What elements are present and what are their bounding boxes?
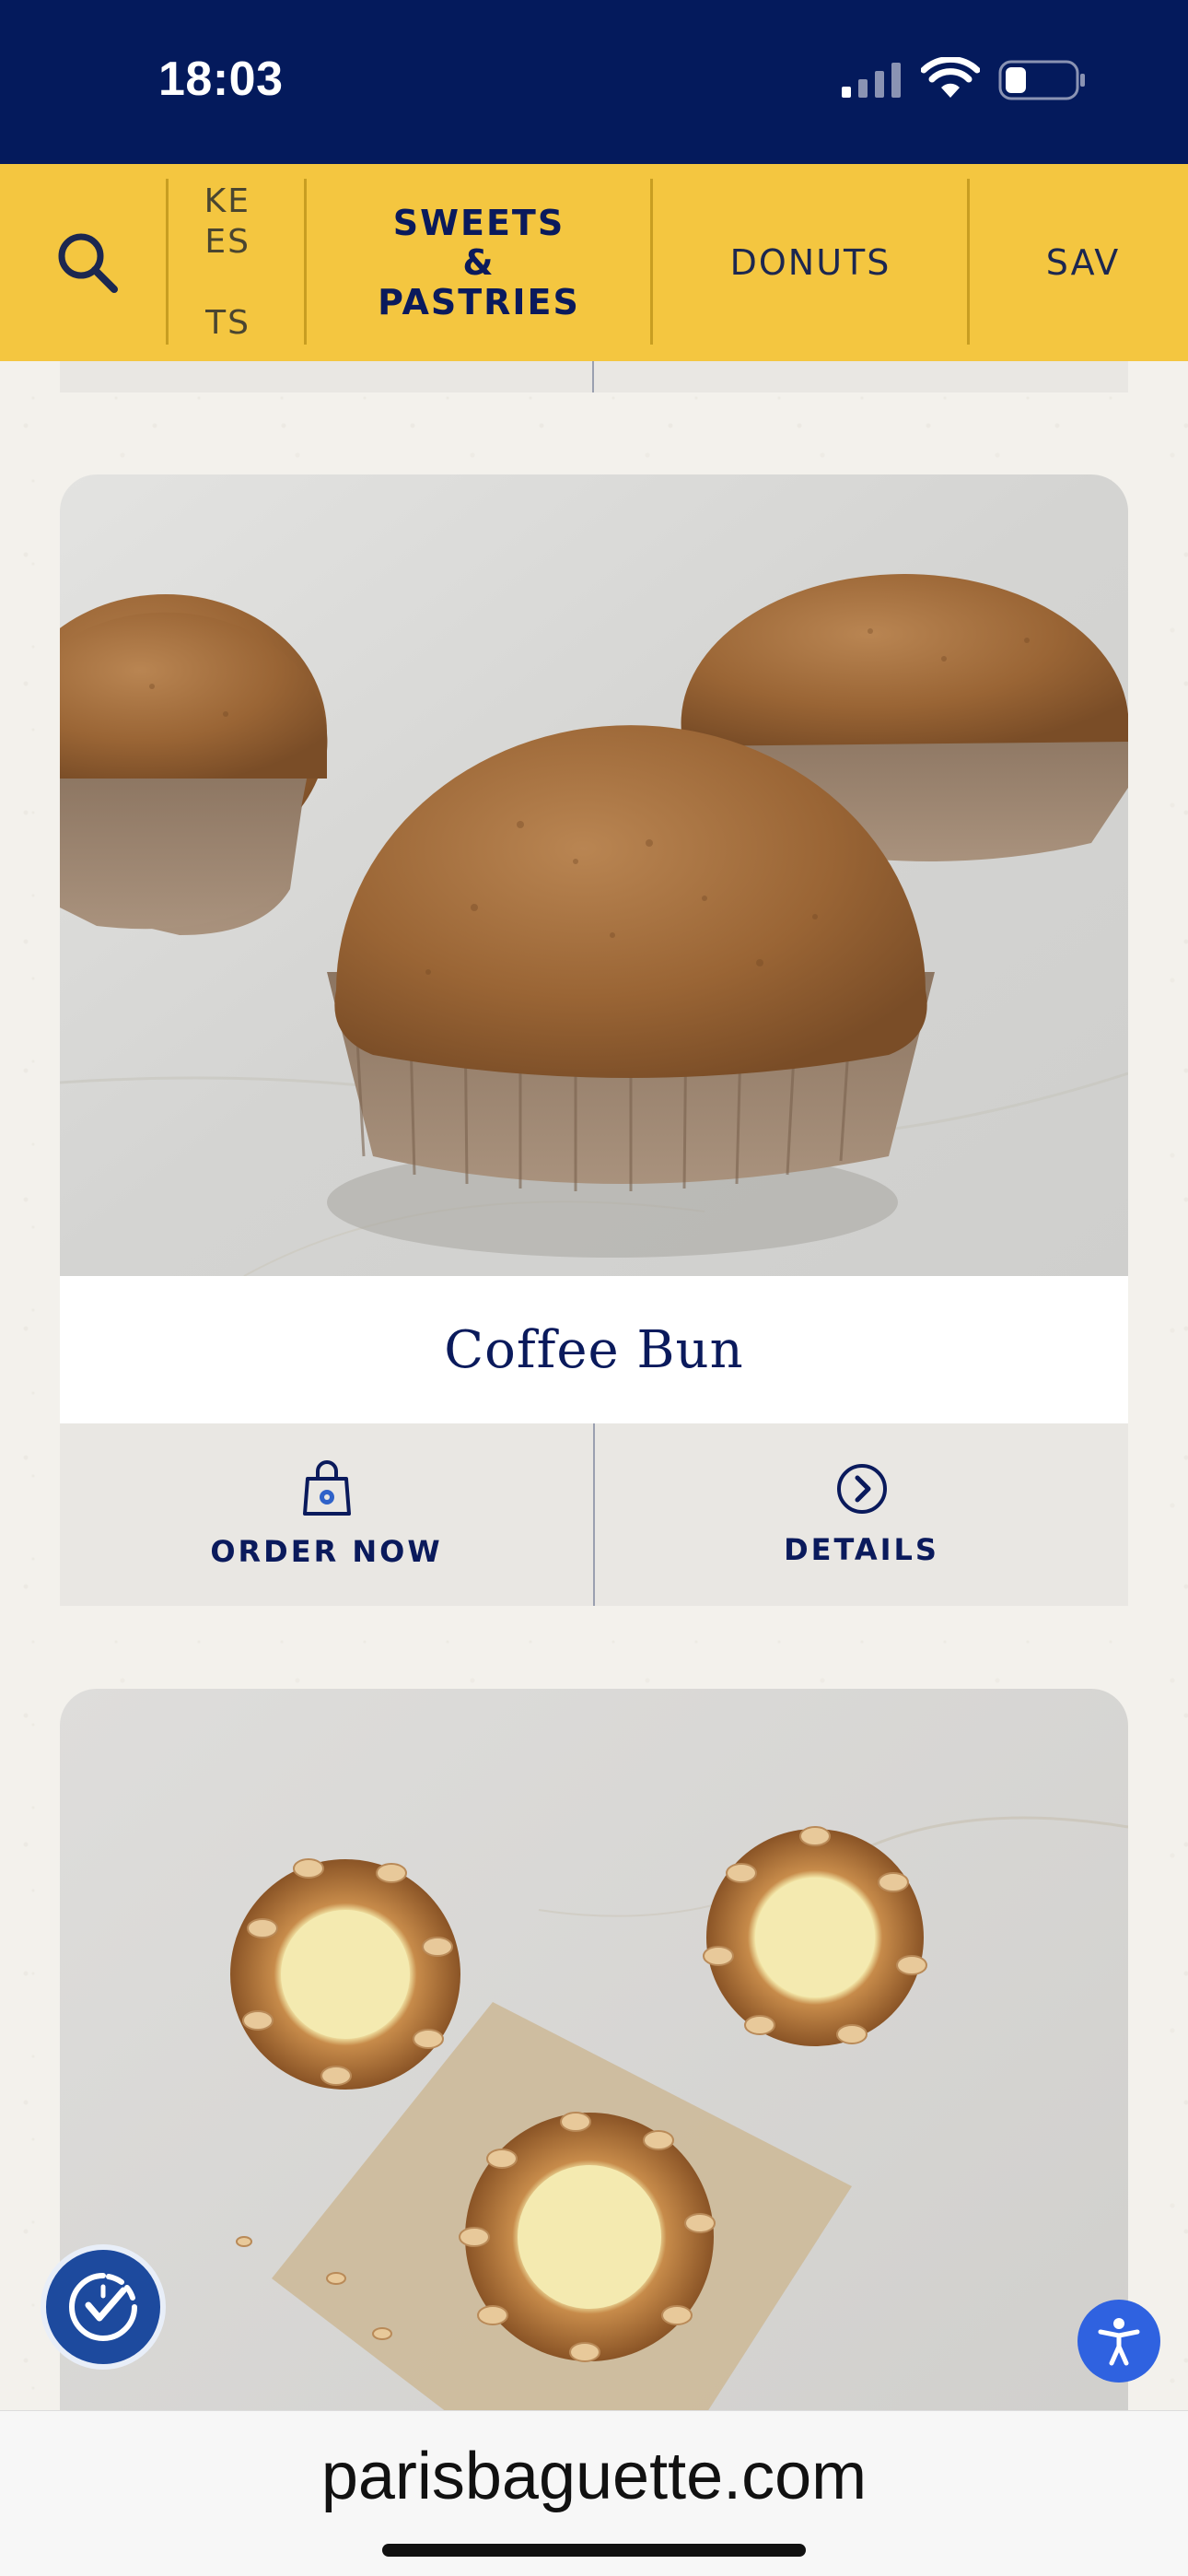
product-actions: ORDER NOW DETAILS [60, 1423, 1128, 1606]
tab-label: KE ES TS [204, 182, 250, 342]
search-icon[interactable] [53, 228, 120, 295]
tab-donuts[interactable]: DONUTS [654, 164, 967, 361]
status-bar: 18:03 [0, 0, 1188, 164]
previous-card-actions [60, 361, 1128, 392]
category-nav: KE ES TS SWEETS & PASTRIES DONUTS SAV [0, 164, 1188, 361]
battery-icon [998, 60, 1085, 100]
nav-divider [650, 179, 653, 345]
accessibility-icon [1098, 2318, 1140, 2366]
nav-divider [304, 179, 307, 345]
clock-check-icon [69, 2273, 137, 2341]
details-label: DETAILS [784, 1532, 939, 1567]
tab-savory[interactable]: SAV [971, 164, 1188, 361]
coffee-bun-photo[interactable] [60, 474, 1128, 1276]
tab-label: DONUTS [729, 242, 891, 283]
order-now-label: ORDER NOW [210, 1534, 443, 1569]
wifi-icon [921, 57, 980, 98]
product-title-bar[interactable]: Coffee Bun [60, 1276, 1128, 1423]
nav-divider [967, 179, 970, 345]
url-text[interactable]: parisbaguette.com [0, 2439, 1188, 2514]
clock-check-button[interactable] [41, 2244, 166, 2370]
tab-sweets-pastries[interactable]: SWEETS & PASTRIES [308, 164, 650, 361]
product-title: Coffee Bun [444, 1319, 744, 1380]
order-now-button[interactable]: ORDER NOW [60, 1423, 593, 1606]
tab-label: SAV [1045, 242, 1121, 283]
tab-cake-slices-tarts[interactable]: KE ES TS [166, 164, 304, 361]
tab-label: SWEETS & PASTRIES [378, 202, 580, 322]
chevron-right-circle-icon [836, 1464, 887, 1514]
action-divider [592, 361, 594, 392]
browser-url-bar[interactable]: parisbaguette.com [0, 2410, 1188, 2576]
home-indicator[interactable] [382, 2544, 806, 2557]
details-button[interactable]: DETAILS [595, 1423, 1128, 1606]
signal-icon [842, 63, 901, 98]
accessibility-button[interactable] [1077, 2300, 1160, 2383]
shopping-bag-icon [302, 1460, 351, 1516]
product-card: Coffee Bun ORDER NOW DETAILS [60, 474, 1128, 1606]
status-time: 18:03 [158, 53, 284, 106]
